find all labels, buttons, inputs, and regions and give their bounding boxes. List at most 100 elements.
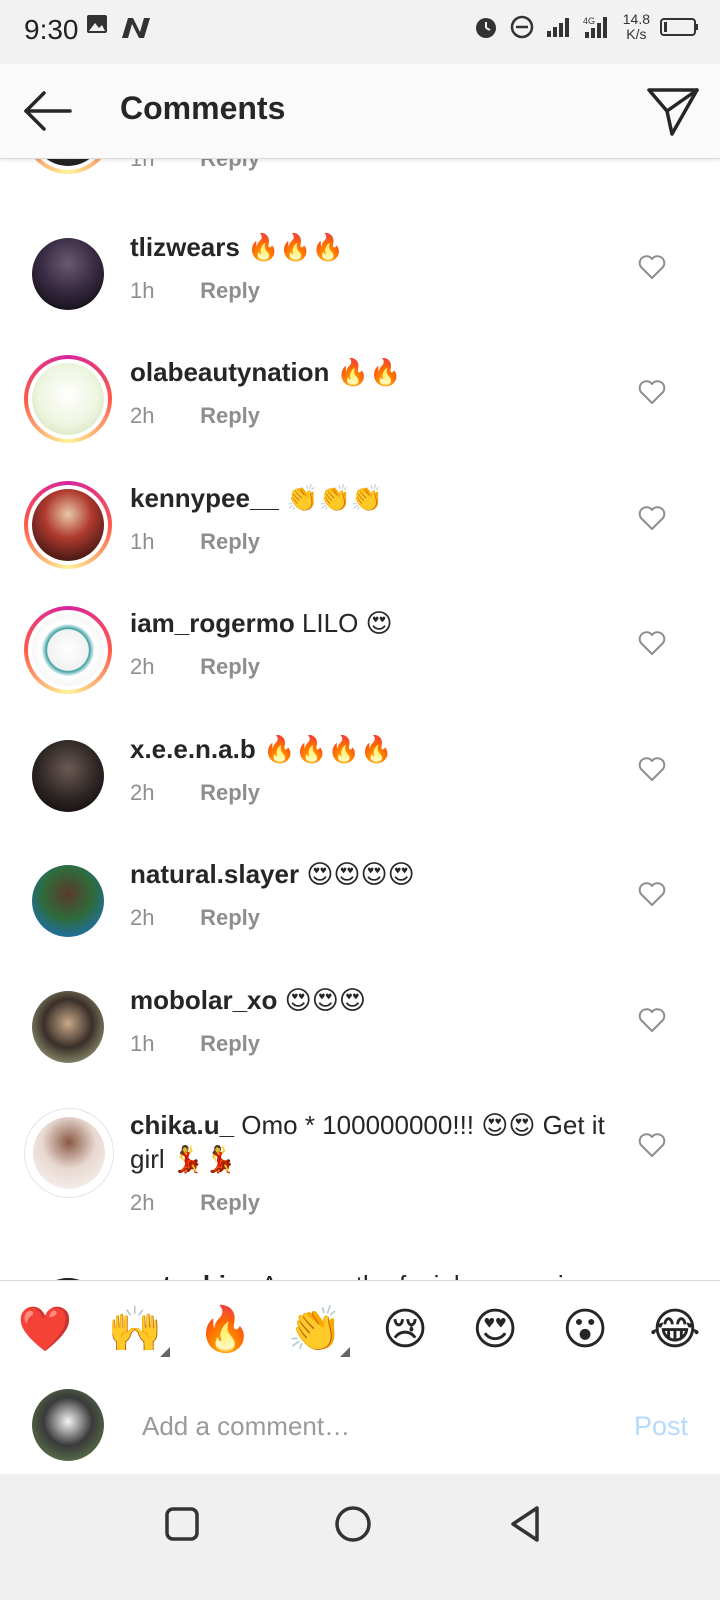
emoji-crying-button[interactable]: 😢 <box>370 1304 440 1355</box>
comment-item: x.e.e.n.a.b 🔥🔥🔥🔥 2h Reply <box>0 732 720 858</box>
avatar[interactable] <box>24 158 112 174</box>
comment-username[interactable]: kennypee__ <box>130 483 279 513</box>
like-heart-icon[interactable] <box>638 254 666 280</box>
reply-button[interactable]: Reply <box>200 529 260 554</box>
avatar[interactable] <box>24 732 112 820</box>
comment-username[interactable]: x.e.e.n.a.b <box>130 734 256 764</box>
comment-meta: 1h Reply <box>130 158 260 172</box>
avatar[interactable] <box>24 606 112 694</box>
recents-button[interactable] <box>160 1502 204 1546</box>
avatar[interactable] <box>24 355 112 443</box>
comment-time: 1h <box>130 529 155 554</box>
emoji-heart-eyes-button[interactable]: 😍 <box>460 1304 530 1355</box>
gallery-icon <box>87 15 107 33</box>
network-speed-unit: K/s <box>626 26 647 42</box>
comment-text: kennypee__ 👏👏👏 <box>130 481 620 515</box>
signal-4g-icon: 4G <box>583 16 607 38</box>
square-icon <box>165 1507 199 1541</box>
reply-button[interactable]: Reply <box>200 1190 260 1215</box>
comment-text: chika.u_ Omo * 100000000!!! 😍😍 Get it gi… <box>130 1108 620 1176</box>
emoji-laughing-button[interactable]: 😂 <box>640 1304 710 1355</box>
emoji-surprised-button[interactable]: 😮 <box>550 1304 620 1355</box>
emoji-heart-button[interactable]: ❤️ <box>10 1303 80 1355</box>
reply-button[interactable]: Reply <box>200 780 260 805</box>
comment-username[interactable]: tlizwears <box>130 232 240 262</box>
like-heart-icon[interactable] <box>638 756 666 782</box>
emoji-quick-bar: ❤️ 🙌 🔥 👏 😢 😍 😮 😂 <box>0 1280 720 1378</box>
back-nav-button[interactable] <box>504 1502 548 1546</box>
comment-item: kennypee__ 👏👏👏 1h Reply <box>0 481 720 607</box>
comment-time: 2h <box>130 654 155 679</box>
comment-time: 2h <box>130 1190 155 1215</box>
emoji-clap-button[interactable]: 👏 <box>280 1303 350 1357</box>
share-button[interactable] <box>646 84 700 138</box>
comment-item: tlizwears 🔥🔥🔥 1h Reply <box>0 230 720 356</box>
comment-body: LILO 😍 <box>301 608 393 638</box>
comment-list[interactable]: 1h Reply tlizwears 🔥🔥🔥 1h Reply olabeaut… <box>0 158 720 1306</box>
comment-time: 2h <box>130 403 155 428</box>
comment-item: chika.u_ Omo * 100000000!!! 😍😍 Get it gi… <box>0 1108 720 1268</box>
comment-time: 2h <box>130 905 155 930</box>
comment-body: 🔥🔥🔥🔥 <box>262 734 393 764</box>
comment-composer: Post <box>0 1377 720 1473</box>
avatar[interactable] <box>24 481 112 569</box>
page-title: Comments <box>120 90 286 126</box>
current-user-avatar[interactable] <box>32 1389 104 1461</box>
avatar[interactable] <box>24 230 112 318</box>
comment-username[interactable]: mobolar_xo <box>130 985 277 1015</box>
like-heart-icon[interactable] <box>638 505 666 531</box>
comment-text: mobolar_xo 😍😍😍 <box>130 983 620 1017</box>
circle-icon <box>335 1506 371 1542</box>
like-heart-icon[interactable] <box>638 881 666 907</box>
comment-item: mobolar_xo 😍😍😍 1h Reply <box>0 983 720 1109</box>
emoji-clap: 👏 <box>287 1305 343 1354</box>
svg-text:4G: 4G <box>583 16 595 26</box>
comment-meta: 1h Reply <box>130 529 260 555</box>
comment-meta: 2h Reply <box>130 654 260 680</box>
like-heart-icon[interactable] <box>638 630 666 656</box>
comment-text: tlizwears 🔥🔥🔥 <box>130 230 620 264</box>
network-speed-value: 14.8 <box>622 11 650 27</box>
like-heart-icon[interactable] <box>638 379 666 405</box>
comment-username[interactable]: chika.u_ <box>130 1110 234 1140</box>
avatar[interactable] <box>24 857 112 945</box>
comment-time: 1h <box>130 278 155 303</box>
arrow-left-icon <box>24 91 72 131</box>
status-bar: 9:30 4G 14.8 K/s <box>0 0 720 64</box>
reply-button[interactable]: Reply <box>200 158 260 171</box>
comment-text: olabeautynation 🔥🔥 <box>130 355 620 389</box>
home-button[interactable] <box>331 1502 375 1546</box>
reply-button[interactable]: Reply <box>200 905 260 930</box>
comments-header: Comments <box>0 64 720 159</box>
system-nav-bar <box>0 1474 720 1600</box>
comment-time: 1h <box>130 1031 155 1056</box>
avatar[interactable] <box>24 983 112 1071</box>
comment-input[interactable] <box>140 1405 584 1447</box>
comment-body: 🔥🔥 <box>336 357 402 387</box>
comment-meta: 2h Reply <box>130 905 260 931</box>
comment-username[interactable]: iam_rogermo <box>130 608 295 638</box>
comment-meta: 2h Reply <box>130 780 260 806</box>
emoji-raised-hands-button[interactable]: 🙌 <box>100 1303 170 1357</box>
comment-text: iam_rogermo LILO 😍 <box>130 606 620 640</box>
comment-meta: 1h Reply <box>130 1031 260 1057</box>
post-button[interactable]: Post <box>634 1411 688 1442</box>
reply-button[interactable]: Reply <box>200 278 260 303</box>
comment-username[interactable]: natural.slayer <box>130 859 299 889</box>
comment-body: 😍😍😍😍 <box>306 859 415 889</box>
reply-button[interactable]: Reply <box>200 403 260 428</box>
comment-item: olabeautynation 🔥🔥 2h Reply <box>0 355 720 481</box>
comment-text: x.e.e.n.a.b 🔥🔥🔥🔥 <box>130 732 620 766</box>
back-button[interactable] <box>22 86 74 136</box>
reply-button[interactable]: Reply <box>200 654 260 679</box>
reply-button[interactable]: Reply <box>200 1031 260 1056</box>
comment-item: iam_rogermo LILO 😍 2h Reply <box>0 606 720 732</box>
comment-username[interactable]: olabeautynation <box>130 357 329 387</box>
skin-tone-indicator-icon <box>340 1347 350 1357</box>
emoji-fire-button[interactable]: 🔥 <box>190 1303 260 1355</box>
battery-icon <box>660 18 698 36</box>
like-heart-icon[interactable] <box>638 1007 666 1033</box>
like-heart-icon[interactable] <box>638 1132 666 1158</box>
avatar[interactable] <box>24 1108 114 1198</box>
triangle-back-icon <box>511 1506 539 1542</box>
